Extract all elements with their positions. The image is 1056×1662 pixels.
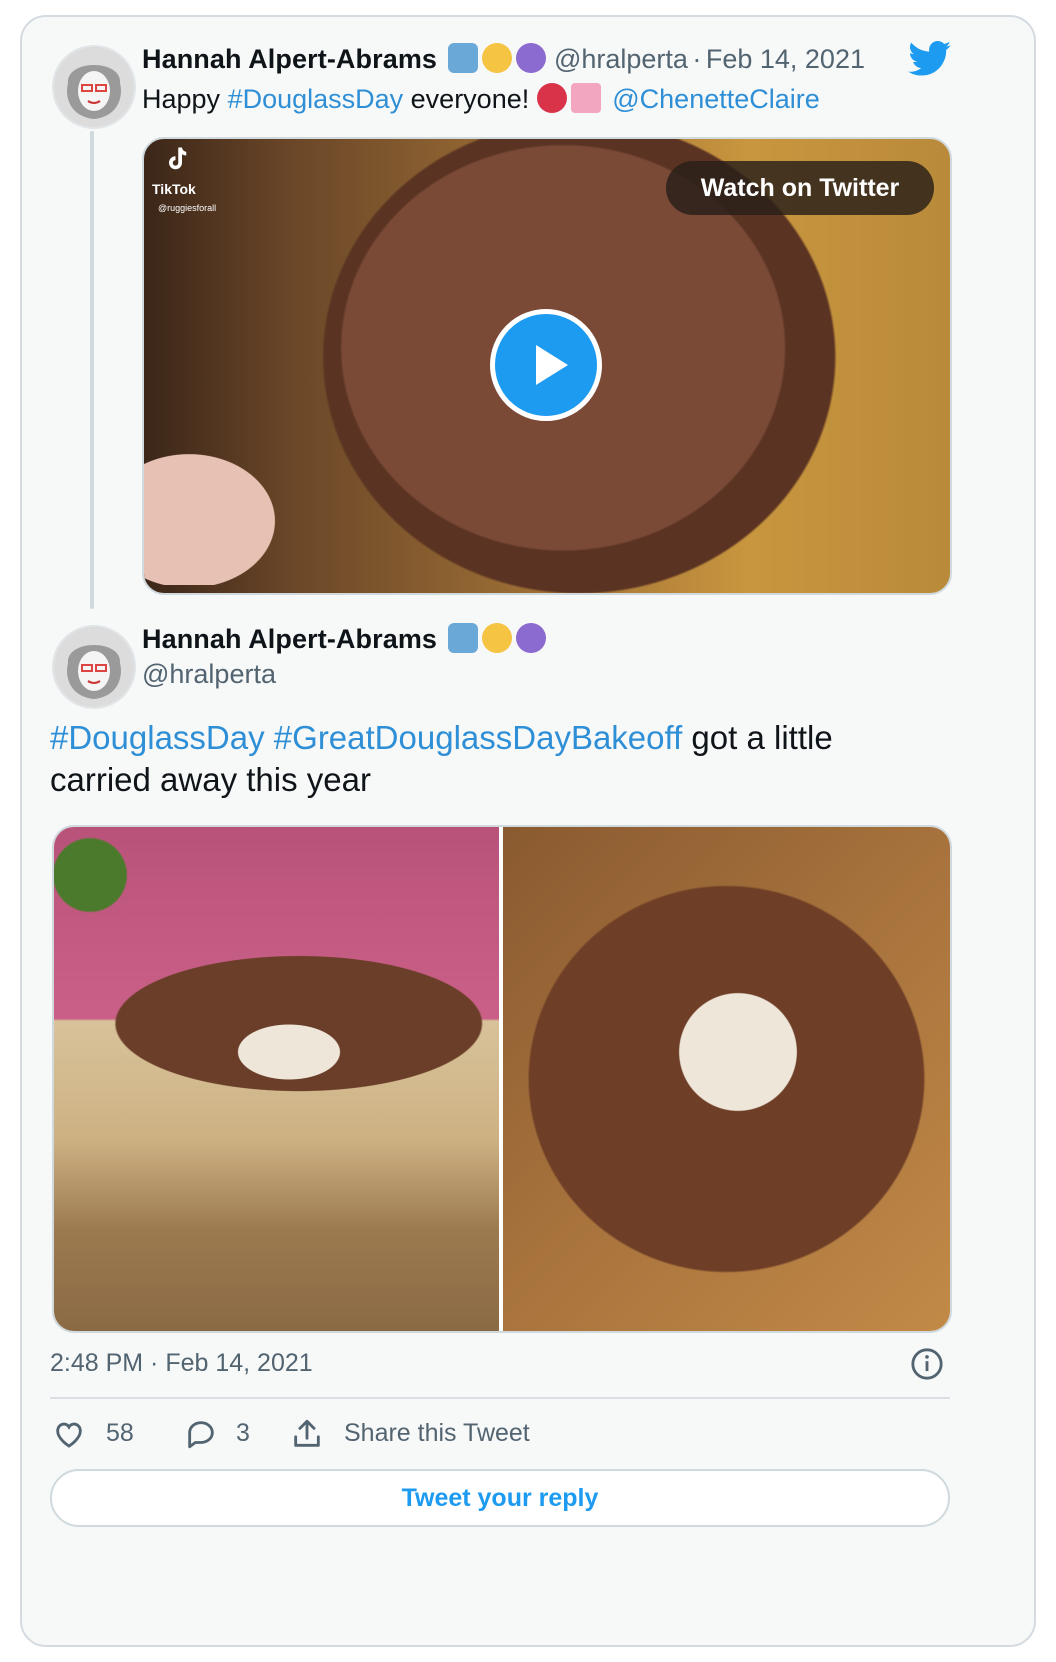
hashtag-link[interactable]: #DouglassDay	[228, 84, 404, 114]
share-label: Share this Tweet	[344, 1419, 530, 1447]
hashtag-link[interactable]: #DouglassDay	[50, 719, 265, 756]
handle[interactable]: @hralperta	[554, 44, 688, 74]
play-button[interactable]	[490, 309, 602, 421]
raised-fist-emoji	[481, 43, 512, 73]
text-before: Happy	[142, 84, 228, 114]
photo-grid	[52, 825, 952, 1333]
text-after: everyone!	[403, 84, 537, 114]
tweet1-text: Happy #DouglassDay everyone! @ChenetteCl…	[142, 83, 820, 115]
text-line1: got a little	[682, 719, 833, 756]
separator: ·	[692, 44, 702, 74]
tweet1-header: Hannah Alpert-Abrams @hralperta · Feb 14…	[142, 43, 865, 75]
hand-shape	[144, 425, 294, 585]
tweet-timestamp[interactable]: 2:48 PM · Feb 14, 2021	[50, 1349, 313, 1378]
tiktok-icon	[162, 145, 192, 180]
like-button[interactable]: 58	[52, 1415, 162, 1455]
robot-emoji	[447, 43, 478, 73]
tiktok-handle: @ruggiesforall	[158, 203, 217, 213]
handle[interactable]: @hralperta	[142, 659, 276, 690]
heart-exclamation-emoji	[536, 83, 567, 113]
reply-count: 3	[236, 1419, 250, 1447]
photo-left[interactable]	[54, 827, 499, 1331]
share-button[interactable]: Share this Tweet	[290, 1415, 570, 1455]
crystal-ball-emoji	[515, 623, 546, 653]
robot-emoji	[447, 623, 478, 653]
tiktok-label: TikTok	[152, 181, 196, 197]
text-line2: carried away this year	[50, 761, 371, 798]
reply-button[interactable]: 3	[184, 1415, 284, 1455]
author-name[interactable]: Hannah Alpert-Abrams	[142, 624, 437, 654]
tweet-date[interactable]: Feb 14, 2021	[706, 44, 865, 74]
twitter-bird-icon[interactable]	[908, 41, 952, 82]
raised-fist-emoji	[481, 623, 512, 653]
tweet2-text: #DouglassDay #GreatDouglassDayBakeoff go…	[50, 717, 950, 801]
like-count: 58	[106, 1419, 134, 1447]
cake-face-stencil	[224, 1017, 354, 1087]
avatar[interactable]	[52, 45, 136, 129]
tweet-your-reply-button[interactable]: Tweet your reply	[50, 1469, 950, 1527]
mention-link[interactable]: @ChenetteClaire	[612, 84, 820, 114]
birthday-cake-emoji	[570, 83, 601, 113]
share-icon	[294, 1419, 320, 1447]
divider	[50, 1397, 950, 1399]
avatar[interactable]	[52, 625, 136, 709]
plant-shape	[54, 827, 144, 947]
tweet2-header: Hannah Alpert-Abrams	[142, 623, 550, 655]
info-icon[interactable]	[910, 1347, 944, 1386]
cake-face-stencil	[663, 977, 813, 1127]
heart-icon	[56, 1422, 82, 1448]
reply-icon	[188, 1421, 214, 1449]
watch-on-twitter-button[interactable]: Watch on Twitter	[666, 161, 934, 215]
hashtag-link[interactable]: #GreatDouglassDayBakeoff	[274, 719, 682, 756]
photo-right[interactable]	[503, 827, 950, 1331]
tweet-card: Hannah Alpert-Abrams @hralperta · Feb 14…	[20, 15, 1036, 1647]
crystal-ball-emoji	[515, 43, 546, 73]
play-icon	[536, 345, 568, 385]
thread-line	[90, 131, 94, 609]
author-name[interactable]: Hannah Alpert-Abrams	[142, 44, 437, 74]
video-player[interactable]: TikTok @ruggiesforall Watch on Twitter	[142, 137, 952, 595]
